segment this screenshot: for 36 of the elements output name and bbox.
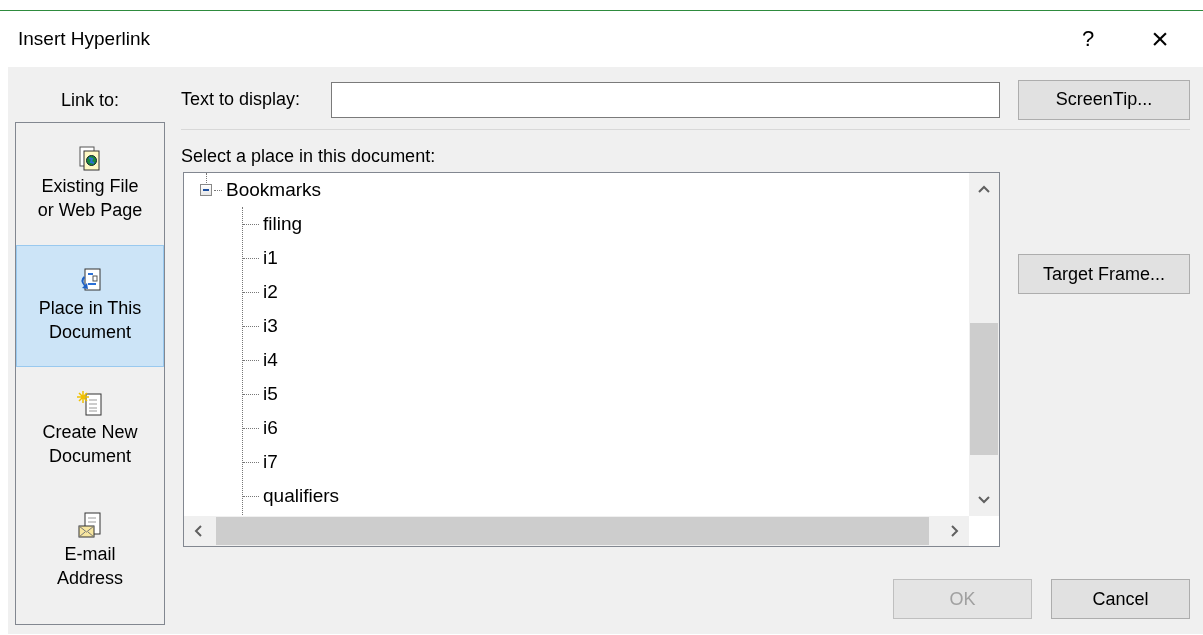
field-label: Text to display: [181,89,302,110]
document-arrow-icon [78,268,102,294]
place-list-label: Select a place in this document: [181,146,437,168]
document-envelope-icon [77,512,103,540]
vertical-scrollbar[interactable] [969,173,999,516]
scroll-left-icon[interactable] [194,525,202,537]
link-type-tab[interactable]: E-mail Address [16,489,164,611]
screentip-button[interactable]: ScreenTip... [1018,79,1190,120]
new-document-icon [76,390,104,418]
scroll-down-icon[interactable] [978,496,990,504]
link-type-tab[interactable]: Create New Document [16,367,164,489]
tree-item[interactable]: i6 [263,417,278,439]
document-globe-icon [79,146,101,172]
scroll-up-icon[interactable] [978,185,990,193]
window-title: Insert Hyperlink [18,28,151,50]
text-to-display-field[interactable] [331,81,1000,118]
link-to-label: Link to: [59,89,120,112]
tree-item[interactable]: i1 [263,247,278,269]
place-tree[interactable]: Bookmarks filing i1 i2 i3 i4 i5 i6 i7 qualifiers [183,172,1000,547]
link-type-tab[interactable]: Existing File or Web Page [16,123,164,245]
target-frame-button[interactable]: Target Frame... [1018,254,1190,294]
help-button[interactable]: ? [1065,19,1111,59]
tree-item[interactable]: i3 [263,315,278,337]
close-button[interactable]: × [1137,19,1183,59]
cancel-button[interactable]: Cancel [1051,579,1190,619]
tree-item[interactable]: i2 [263,281,278,303]
tree-item[interactable]: Bookmarks [226,179,322,201]
collapse-icon[interactable] [200,184,212,196]
scroll-right-icon[interactable] [951,525,959,537]
tree-item[interactable]: filing [263,213,303,235]
tree-item[interactable]: i5 [263,383,278,405]
link-type-tab[interactable]: Place in This Document [16,245,164,367]
tree-item[interactable]: i7 [263,451,278,473]
tree-item[interactable]: qualifiers [263,485,340,507]
tree-item[interactable]: i4 [263,349,278,371]
horizontal-scrollbar[interactable] [184,516,969,546]
